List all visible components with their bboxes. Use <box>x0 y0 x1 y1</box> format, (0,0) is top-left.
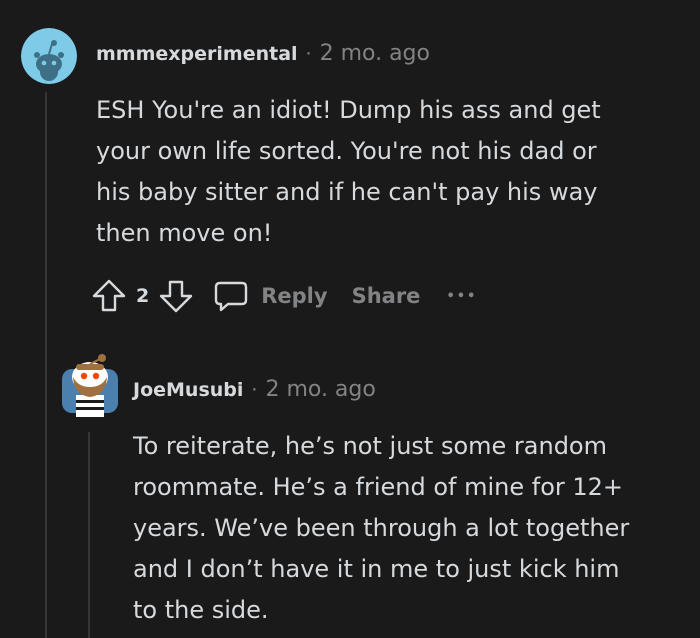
comment-line: to the side. <box>133 596 269 624</box>
comment-line: your own life sorted. You're not his dad… <box>96 137 597 165</box>
comment-line: then move on! <box>96 219 273 247</box>
share-button[interactable]: Share <box>352 284 421 308</box>
timestamp[interactable]: 2 mo. ago <box>320 41 430 66</box>
comment-line: his baby sitter and if he can't pay his … <box>96 178 598 206</box>
username[interactable]: JoeMusubi <box>133 379 243 401</box>
comment-body: ESH You're an idiot! Dump his ass and ge… <box>96 90 601 254</box>
comment-meta: JoeMusubi · 2 mo. ago <box>133 377 376 402</box>
comment-meta: mmmexperimental · 2 mo. ago <box>96 41 430 66</box>
vote-score: 2 <box>136 285 150 307</box>
thread-line-parent[interactable] <box>45 92 47 638</box>
comment-line: To reiterate, he’s not just some random <box>133 432 607 460</box>
username[interactable]: mmmexperimental <box>96 43 298 65</box>
ellipsis-icon[interactable]: ••• <box>446 289 477 304</box>
separator-dot: · <box>305 42 312 65</box>
reply-label: Reply <box>261 284 328 308</box>
comment-action-bar: 2 Reply Share ••• <box>90 276 477 316</box>
comment-line: ESH You're an idiot! Dump his ass and ge… <box>96 96 601 124</box>
bearded-snoo-avatar-icon[interactable] <box>62 347 118 417</box>
comment-body: To reiterate, he’s not just some random … <box>133 426 629 631</box>
separator-dot: · <box>251 378 258 401</box>
comment-line: roommate. He’s a friend of mine for 12+ <box>133 473 624 501</box>
comment-line: and I don’t have it in me to just kick h… <box>133 555 620 583</box>
speech-bubble-icon <box>213 278 249 314</box>
snoo-avatar-icon[interactable] <box>21 28 77 84</box>
downvote-arrow-icon[interactable] <box>157 277 195 315</box>
upvote-arrow-icon[interactable] <box>90 277 128 315</box>
comment-line: years. We’ve been through a lot together <box>133 514 630 542</box>
timestamp[interactable]: 2 mo. ago <box>265 377 375 402</box>
reply-button[interactable]: Reply <box>213 278 328 314</box>
thread-line-reply[interactable] <box>88 432 90 638</box>
